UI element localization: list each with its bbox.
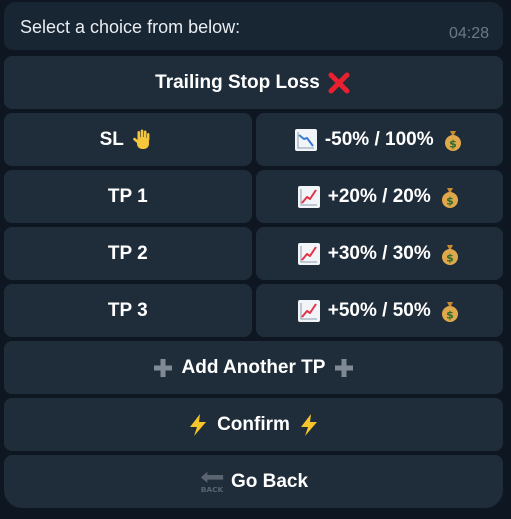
tp2-label: TP 2 xyxy=(107,242,148,264)
chart-increasing-icon xyxy=(296,241,322,267)
trailing-stop-loss-button[interactable]: Trailing Stop Loss xyxy=(4,56,503,109)
lightning-icon xyxy=(296,412,322,438)
add-another-tp-button[interactable]: Add Another TP xyxy=(4,341,503,394)
trailing-stop-loss-label: Trailing Stop Loss xyxy=(155,71,320,93)
tp3-label: TP 3 xyxy=(107,299,148,321)
svg-text:$: $ xyxy=(446,308,454,321)
keyboard-row-tp1: TP 1 +20% / 20% $ xyxy=(4,170,503,223)
chart-decreasing-icon xyxy=(293,127,319,153)
tp2-button[interactable]: TP 2 xyxy=(4,227,252,280)
tp1-label: TP 1 xyxy=(107,185,148,207)
keyboard-row-add-tp: Add Another TP xyxy=(4,341,503,394)
keyboard-row-confirm: Confirm xyxy=(4,398,503,451)
money-bag-icon: $ xyxy=(437,184,463,210)
svg-text:BACK: BACK xyxy=(201,485,224,494)
keyboard-row-sl: SL -50% / 100% $ xyxy=(4,113,503,166)
message-time: 04:28 xyxy=(448,25,489,42)
lightning-icon xyxy=(185,412,211,438)
chat-view: Select a choice from below: 04:28 Traili… xyxy=(0,0,511,519)
back-arrow-icon: BACK xyxy=(199,469,225,495)
svg-text:$: $ xyxy=(446,194,454,207)
keyboard-row-tp2: TP 2 +30% / 30% $ xyxy=(4,227,503,280)
go-back-button[interactable]: BACK Go Back xyxy=(4,455,503,508)
tp3-button[interactable]: TP 3 xyxy=(4,284,252,337)
message-text: Select a choice from below: xyxy=(20,17,241,37)
money-bag-icon: $ xyxy=(437,241,463,267)
plus-icon xyxy=(150,355,176,381)
keyboard-row-back: BACK Go Back xyxy=(4,455,503,508)
svg-text:$: $ xyxy=(446,251,454,264)
go-back-label: Go Back xyxy=(230,470,309,492)
plus-icon xyxy=(331,355,357,381)
tp2-value-label: +30% / 30% xyxy=(327,242,431,264)
sl-value-label: -50% / 100% xyxy=(324,128,434,150)
raised-hand-icon xyxy=(130,127,156,153)
confirm-button[interactable]: Confirm xyxy=(4,398,503,451)
tp3-value-label: +50% / 50% xyxy=(327,299,431,321)
keyboard-row-trailing: Trailing Stop Loss xyxy=(4,56,503,109)
confirm-label: Confirm xyxy=(217,413,290,435)
bot-message: Select a choice from below: 04:28 xyxy=(4,2,503,50)
svg-text:$: $ xyxy=(449,137,457,150)
chart-increasing-icon xyxy=(296,298,322,324)
tp1-value-button[interactable]: +20% / 20% $ xyxy=(255,170,503,223)
keyboard-row-tp3: TP 3 +50% / 50% $ xyxy=(4,284,503,337)
chart-increasing-icon xyxy=(296,184,322,210)
sl-label: SL xyxy=(99,128,124,150)
sl-button[interactable]: SL xyxy=(4,113,252,166)
money-bag-icon: $ xyxy=(437,298,463,324)
tp3-value-button[interactable]: +50% / 50% $ xyxy=(255,284,503,337)
tp2-value-button[interactable]: +30% / 30% $ xyxy=(255,227,503,280)
sl-value-button[interactable]: -50% / 100% $ xyxy=(255,113,503,166)
add-another-tp-label: Add Another TP xyxy=(181,356,326,378)
tp1-button[interactable]: TP 1 xyxy=(4,170,252,223)
money-bag-icon: $ xyxy=(440,127,466,153)
cross-mark-icon xyxy=(326,70,352,96)
tp1-value-label: +20% / 20% xyxy=(327,185,431,207)
